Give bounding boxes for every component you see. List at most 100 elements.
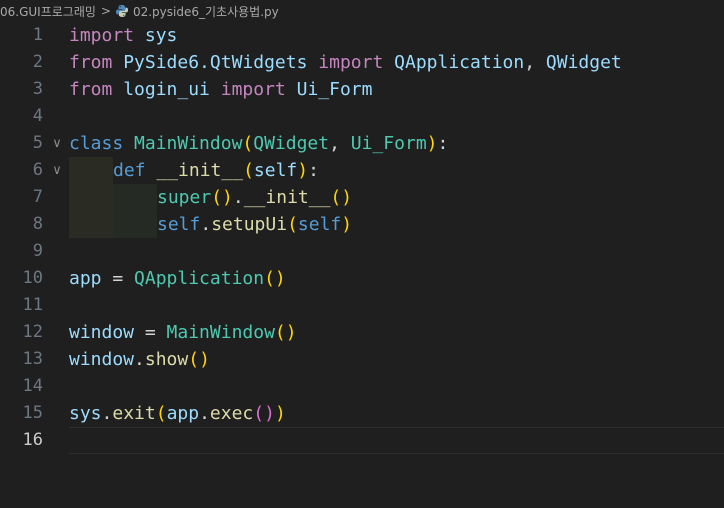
code-token: from <box>69 52 113 73</box>
line-number: 2 <box>32 52 43 72</box>
code-token: __init__ <box>156 160 244 181</box>
code-line[interactable]: 5 ∨ class MainWindow(QWidget, Ui_Form): <box>0 130 724 157</box>
code-token: window <box>69 349 135 370</box>
code-token: self <box>157 214 201 235</box>
code-line[interactable]: 14 <box>0 373 724 400</box>
line-number: 15 <box>22 403 43 423</box>
code-text[interactable]: sys.exit(app.exec()) <box>69 400 286 427</box>
code-line[interactable]: 11 <box>0 292 724 319</box>
code-area[interactable]: 1 import sys 2 from PySide6.QtWidgets impor… <box>0 22 724 454</box>
code-line[interactable]: 6 ∨ def __init__(self): <box>0 157 724 184</box>
code-text[interactable]: super().__init__() <box>69 184 352 211</box>
code-token: exit <box>112 403 156 424</box>
code-line[interactable]: 16 <box>0 427 724 454</box>
fold-chevron-icon[interactable]: ∨ <box>50 157 64 184</box>
code-text[interactable]: class MainWindow(QWidget, Ui_Form): <box>69 130 448 157</box>
code-token: ( <box>242 133 254 154</box>
code-token: sys <box>144 25 178 46</box>
code-line[interactable]: 2 from PySide6.QtWidgets import QApplicat… <box>0 49 724 76</box>
line-number: 5 <box>32 133 43 153</box>
code-token: QApplication <box>394 52 525 73</box>
code-text[interactable]: window.show() <box>69 346 210 373</box>
line-number: 1 <box>32 25 43 45</box>
breadcrumb-file[interactable]: 02.pyside6_기초사용법.py <box>133 3 279 20</box>
code-editor[interactable]: 06.GUI프로그래밍 > 02.pyside6_기초사용법.py 1 impor… <box>0 0 724 508</box>
line-number: 9 <box>32 241 43 261</box>
code-token: . <box>232 187 244 208</box>
code-token: ( <box>211 187 223 208</box>
code-text[interactable]: window = MainWindow() <box>69 319 297 346</box>
code-token: . <box>200 214 212 235</box>
code-token: ) <box>285 322 297 343</box>
code-line[interactable]: 3 from login_ui import Ui_Form <box>0 76 724 103</box>
line-number: 6 <box>32 160 43 180</box>
code-token: , <box>524 52 546 73</box>
breadcrumb: 06.GUI프로그래밍 > 02.pyside6_기초사용법.py <box>0 0 724 22</box>
code-token: QApplication <box>134 268 265 289</box>
line-number: 4 <box>32 106 43 126</box>
code-token: ) <box>274 403 286 424</box>
code-text[interactable]: app = QApplication() <box>69 265 286 292</box>
code-token: ( <box>274 322 286 343</box>
code-token: ) <box>199 349 210 370</box>
indent-guide <box>113 184 157 211</box>
code-line[interactable]: 10 app = QApplication() <box>0 265 724 292</box>
code-token: ) <box>341 214 353 235</box>
indent-guide <box>113 211 157 238</box>
line-number: 8 <box>32 214 43 234</box>
code-token: ( <box>155 403 167 424</box>
code-line[interactable]: 9 <box>0 238 724 265</box>
code-line[interactable]: 4 <box>0 103 724 130</box>
code-line[interactable]: 15 sys.exit(app.exec()) <box>0 400 724 427</box>
code-text[interactable]: def __init__(self): <box>69 157 319 184</box>
code-token: . <box>199 403 210 424</box>
code-token: MainWindow <box>166 322 275 343</box>
code-line[interactable]: 12 window = MainWindow() <box>0 319 724 346</box>
code-token: : <box>308 160 319 181</box>
code-token: ) <box>274 268 286 289</box>
code-token: ) <box>222 187 233 208</box>
code-token: ) <box>426 133 438 154</box>
code-token: self <box>297 214 342 235</box>
code-token: . <box>134 349 145 370</box>
code-text[interactable]: import sys <box>69 22 177 49</box>
code-line[interactable]: 8 self.setupUi(self) <box>0 211 724 238</box>
code-token: super <box>157 187 212 208</box>
python-file-icon <box>115 4 129 18</box>
code-token: class <box>69 133 124 154</box>
code-token: Ui_Form <box>296 79 373 100</box>
code-line[interactable]: 1 import sys <box>0 22 724 49</box>
code-token: import <box>220 79 286 100</box>
code-token: exec <box>209 403 254 424</box>
code-token: app <box>69 268 102 289</box>
code-text[interactable]: from login_ui import Ui_Form <box>69 76 372 103</box>
code-token: ( <box>264 268 275 289</box>
line-number: 3 <box>32 79 43 99</box>
code-token: show <box>144 349 189 370</box>
line-number: 12 <box>22 322 43 342</box>
code-line[interactable]: 7 super().__init__() <box>0 184 724 211</box>
line-number: 10 <box>22 268 43 288</box>
line-number: 16 <box>22 430 43 450</box>
code-line[interactable]: 13 window.show() <box>0 346 724 373</box>
code-text[interactable]: self.setupUi(self) <box>69 211 352 238</box>
code-token: : <box>437 133 449 154</box>
line-number: 14 <box>22 376 43 396</box>
code-token: QWidget <box>545 52 622 73</box>
code-token: def <box>113 160 146 181</box>
code-token: PySide6.QtWidgets <box>123 52 308 73</box>
breadcrumb-separator-chevron-icon: > <box>100 4 111 18</box>
code-token: ( <box>243 160 254 181</box>
code-text[interactable]: from PySide6.QtWidgets import QApplicati… <box>69 49 622 76</box>
code-token: , <box>329 133 351 154</box>
code-token: setupUi <box>211 214 288 235</box>
indent-guide <box>69 184 113 211</box>
breadcrumb-folder[interactable]: 06.GUI프로그래밍 <box>0 3 96 20</box>
code-token: ( <box>188 349 200 370</box>
line-number: 13 <box>22 349 43 369</box>
fold-chevron-icon[interactable]: ∨ <box>50 130 64 157</box>
